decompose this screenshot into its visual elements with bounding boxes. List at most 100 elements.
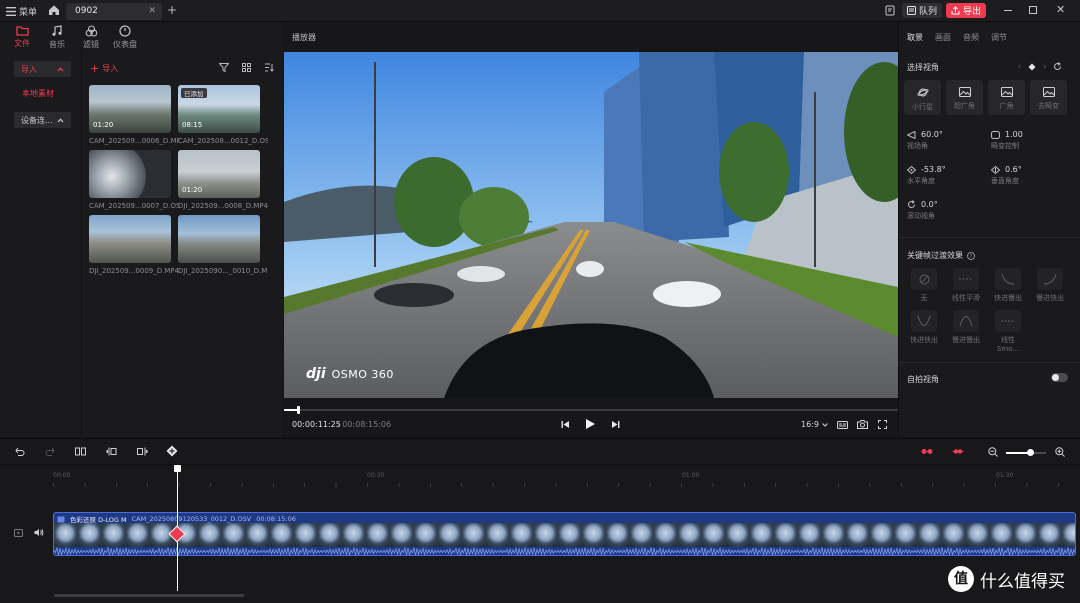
import-media-button[interactable]: + 导入 <box>90 62 118 75</box>
keyframe-diamond-icon[interactable] <box>1028 63 1036 71</box>
export-button[interactable]: 导出 <box>946 3 987 18</box>
view-mode-undistort[interactable]: 去畸变 <box>1030 80 1067 115</box>
tab-image[interactable]: 画面 <box>935 32 951 43</box>
keyframe-none[interactable]: 无 <box>907 268 941 303</box>
tab-framing[interactable]: 取景 <box>907 32 923 43</box>
maximize-icon[interactable] <box>1029 6 1037 14</box>
media-card[interactable]: 01:20 CAM_202509...0006_D.MP4 <box>89 85 179 145</box>
zoom-out-button[interactable] <box>988 447 998 457</box>
tool-file[interactable]: 文件 <box>5 22 39 49</box>
tab-audio[interactable]: 音频 <box>963 32 979 43</box>
trim-right-button[interactable] <box>137 447 148 456</box>
aspect-ratio-select[interactable]: 16:9 <box>801 420 828 429</box>
tool-filter[interactable]: 滤镜 <box>74 22 108 50</box>
tab-adjust[interactable]: 调节 <box>991 32 1007 43</box>
tilt-label: 垂直角度 <box>991 177 1019 185</box>
previous-frame-button[interactable] <box>561 420 570 429</box>
grid-view-icon[interactable] <box>242 63 251 72</box>
home-button[interactable] <box>48 4 60 16</box>
keyframe-fast-in-fast-out[interactable]: 快进快出 <box>907 310 941 345</box>
import-category[interactable]: 导入 <box>14 61 71 77</box>
next-frame-button[interactable] <box>611 420 620 429</box>
view-mode-tiny-planet[interactable]: 小行星 <box>904 80 941 115</box>
linear-curve-icon <box>959 278 973 280</box>
filter-sort-icon[interactable] <box>219 63 229 72</box>
chevron-down-icon <box>822 422 828 427</box>
reset-icon[interactable] <box>1053 62 1062 71</box>
minimize-icon[interactable] <box>1004 10 1012 11</box>
none-icon <box>919 274 929 284</box>
playhead-handle[interactable] <box>174 465 181 472</box>
keyframe-slow-in-slow-out[interactable]: 慢进慢出 <box>949 310 983 345</box>
link-button[interactable] <box>952 447 964 456</box>
next-keyframe-icon[interactable]: › <box>1043 62 1046 71</box>
filmstrip-frame <box>486 523 510 547</box>
menu-button[interactable]: 菜单 <box>6 4 37 18</box>
zoom-slider[interactable] <box>1006 449 1046 456</box>
seek-handle[interactable] <box>296 406 300 414</box>
fov-label: 视场角 <box>907 142 928 150</box>
zoom-in-button[interactable] <box>1055 447 1065 457</box>
roll-param[interactable]: 0.0° 滚动视角 <box>907 200 938 221</box>
svg-text:?: ? <box>970 254 973 260</box>
project-tab[interactable]: 0902 ✕ <box>66 3 162 20</box>
media-card[interactable]: 已添加 08:15 CAM_202508...0012_D.OSV <box>178 85 268 145</box>
tool-music[interactable]: 音乐 <box>40 22 74 50</box>
track-audio-icon[interactable] <box>34 528 44 537</box>
video-clip[interactable]: 色彩还原 D-LOG M CAM_20250809120533_0012_D.O… <box>53 512 1076 556</box>
distortion-label: 畸变控制 <box>991 142 1019 150</box>
tool-dashboard[interactable]: 仪表盘 <box>108 22 142 50</box>
trim-left-button[interactable] <box>106 447 117 456</box>
menu-label: 菜单 <box>19 7 38 18</box>
timeline-scrollbar[interactable] <box>54 594 244 597</box>
selfie-view-toggle[interactable] <box>1051 373 1068 382</box>
close-window-icon[interactable]: ✕ <box>1056 3 1065 16</box>
view-mode-wide[interactable]: 广角 <box>988 80 1025 115</box>
device-category[interactable]: 设备连... <box>14 112 71 128</box>
skip-forward-icon <box>612 421 620 428</box>
media-card[interactable]: 01:20 DJI_202509...0008_D.MP4 <box>178 150 268 210</box>
zoom-slider-handle[interactable] <box>1027 449 1034 456</box>
media-card[interactable]: DJI_2025090..._0010_D.MP4 <box>178 215 268 275</box>
video-preview[interactable]: dji OSMO 360 <box>284 52 898 398</box>
sort-icon[interactable] <box>264 63 274 72</box>
view-mode-ultra-wide[interactable]: 超广角 <box>946 80 983 115</box>
toggle-knob <box>1052 374 1059 381</box>
keyframe-linear-smooth[interactable]: 线性平滑 <box>949 268 983 303</box>
split-button[interactable] <box>75 447 86 456</box>
track-visibility-icon[interactable] <box>14 529 23 537</box>
play-button[interactable] <box>585 418 596 430</box>
keyframe-linear-smooth-2[interactable]: 线性Smo... <box>991 310 1025 353</box>
snap-button[interactable] <box>921 447 933 456</box>
distortion-param[interactable]: 1.00 畸变控制 <box>991 130 1023 151</box>
snapshot-icon[interactable] <box>857 420 868 429</box>
pan-param[interactable]: -53.8° 水平角度 <box>907 165 946 186</box>
queue-button[interactable]: 队列 <box>902 3 943 18</box>
media-thumbnail <box>89 150 171 198</box>
keyframe-slow-in-fast-out[interactable]: 慢进快出 <box>1033 268 1067 303</box>
local-media-item[interactable]: 本地素材 <box>22 88 54 99</box>
prev-keyframe-icon[interactable]: ‹ <box>1018 62 1021 71</box>
media-card[interactable]: DJI_202509...0009_D.MP4 <box>89 215 179 275</box>
undo-button[interactable] <box>15 447 25 456</box>
help-icon[interactable]: ? <box>967 251 975 260</box>
add-tab-icon[interactable]: + <box>167 3 177 17</box>
roll-icon <box>908 200 915 208</box>
redo-button[interactable] <box>45 447 55 456</box>
filmstrip-frame <box>918 523 942 547</box>
add-keyframe-button[interactable] <box>166 445 178 457</box>
ruler-label: 00:30 <box>367 472 385 479</box>
distortion-icon <box>991 130 1000 139</box>
tilt-param[interactable]: 0.6° 垂直角度 <box>991 165 1022 186</box>
seek-bar[interactable] <box>284 406 898 414</box>
subtitle-toggle-icon[interactable] <box>837 421 848 429</box>
media-card[interactable]: CAM_202509...0007_D.OSV <box>89 150 179 210</box>
filmstrip-frame <box>942 523 966 547</box>
filmstrip-frame <box>462 523 486 547</box>
folder-icon <box>15 26 29 36</box>
fullscreen-icon[interactable] <box>878 420 887 429</box>
fov-param[interactable]: 60.0° 视场角 <box>907 130 943 151</box>
keyframe-fast-in-slow-out[interactable]: 快进慢出 <box>991 268 1025 303</box>
close-tab-icon[interactable]: ✕ <box>148 3 156 20</box>
notes-icon[interactable] <box>885 5 896 16</box>
